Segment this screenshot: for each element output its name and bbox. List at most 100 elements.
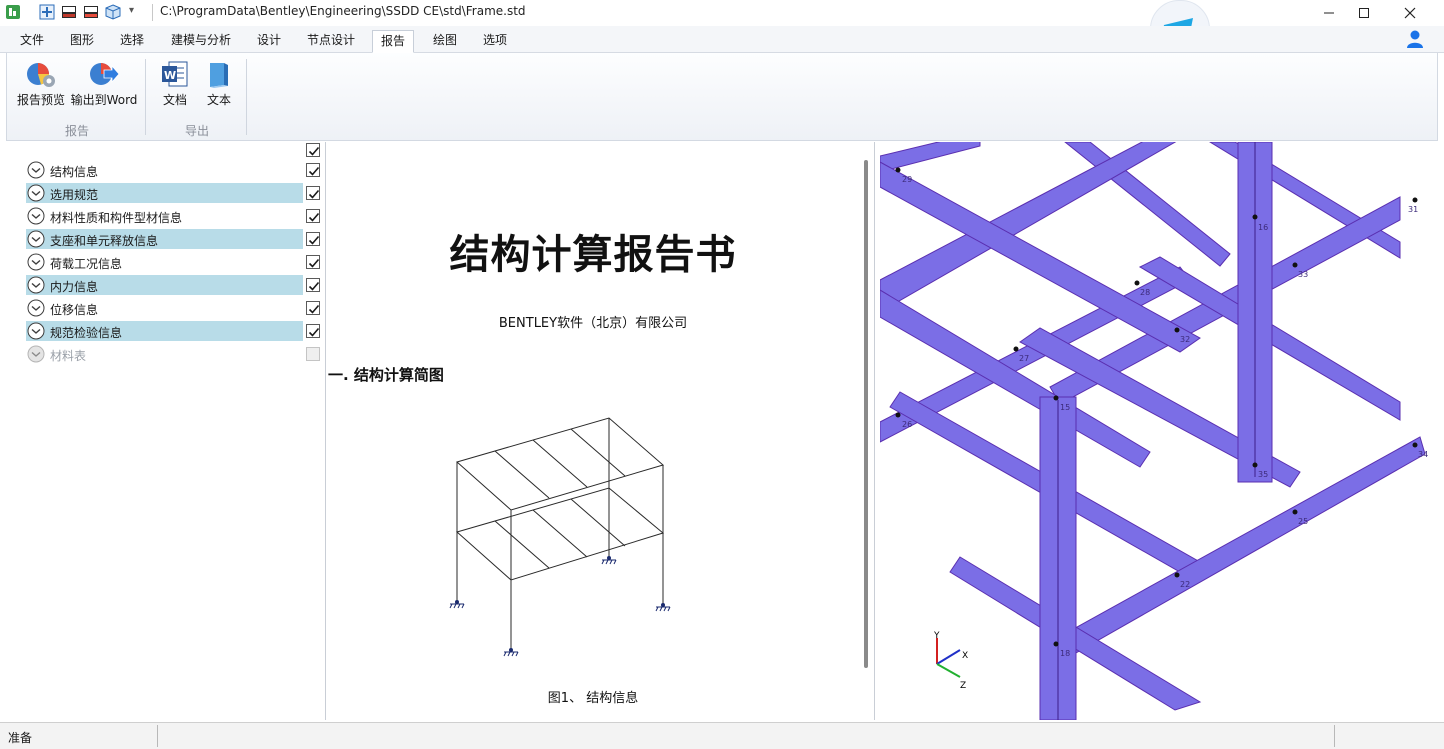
cube-view-icon[interactable] <box>105 4 121 20</box>
export-word-icon <box>90 63 120 85</box>
report-title: 结构计算报告书 <box>449 232 737 278</box>
window-title: C:\ProgramData\Bentley\Engineering\SSDD … <box>160 4 526 18</box>
quick-access-dropdown-icon[interactable]: ▾ <box>129 5 145 21</box>
tree-item-code-check-info[interactable]: 规范检验信息 <box>26 321 303 341</box>
status-bar: 准备 <box>0 722 1444 749</box>
menu-bar: 文件 图形 选择 建模与分析 设计 节点设计 报告 绘图 选项 <box>0 26 1444 53</box>
structure-3d-model[interactable]: 29 31 16 33 28 32 27 15 26 35 34 25 22 1… <box>880 142 1438 720</box>
tree-item-label: 支座和单元释放信息 <box>50 234 159 248</box>
new-model-icon[interactable] <box>39 4 55 20</box>
expand-chevron-icon[interactable] <box>27 184 45 202</box>
expand-chevron-icon[interactable] <box>27 322 45 340</box>
report-no-alt-icon[interactable] <box>83 4 99 20</box>
axis-label-z: Z <box>960 681 966 691</box>
tree-item-checkbox[interactable] <box>306 324 320 338</box>
node-label: 35 <box>1258 470 1268 479</box>
tree-item-displacement-info[interactable]: 位移信息 <box>26 298 303 318</box>
text-document-label: 文本 <box>206 93 231 107</box>
tab-design[interactable]: 设计 <box>249 30 289 53</box>
expand-chevron-icon[interactable] <box>27 276 45 294</box>
tree-item-checkbox[interactable] <box>306 301 320 315</box>
preview-scrollbar[interactable] <box>864 160 868 668</box>
tree-item-label: 材料性质和构件型材信息 <box>50 211 183 225</box>
node-label: 26 <box>902 420 912 429</box>
tab-drawing[interactable]: 绘图 <box>425 30 465 53</box>
tree-item-checkbox[interactable] <box>306 278 320 292</box>
title-divider <box>152 4 153 21</box>
node-label: 25 <box>1298 517 1308 526</box>
tab-modeling-analysis[interactable]: 建模与分析 <box>163 30 239 53</box>
node-label: 29 <box>902 175 912 184</box>
tree-item-checkbox[interactable] <box>306 186 320 200</box>
tree-item-label: 选用规范 <box>50 188 99 202</box>
user-account-icon[interactable] <box>1405 29 1425 52</box>
export-word-label: 输出到Word <box>70 93 138 107</box>
status-separator <box>157 725 158 747</box>
checkmark-icon <box>308 327 320 337</box>
expand-chevron-icon[interactable] <box>27 161 45 179</box>
tree-item-material-section-info[interactable]: 材料性质和构件型材信息 <box>26 206 303 226</box>
expand-chevron-icon[interactable] <box>27 253 45 271</box>
close-button[interactable] <box>1387 0 1433 26</box>
tab-file[interactable]: 文件 <box>12 30 52 53</box>
node-label: 28 <box>1140 288 1150 297</box>
text-document-button[interactable]: 文本 <box>201 59 237 115</box>
node-label: 33 <box>1298 270 1308 279</box>
tree-item-design-code[interactable]: 选用规范 <box>26 183 303 203</box>
expand-chevron-icon[interactable] <box>27 230 45 248</box>
checkmark-icon <box>308 166 320 176</box>
node-label: 34 <box>1418 450 1428 459</box>
maximize-button[interactable] <box>1341 0 1387 26</box>
tree-item-checkbox[interactable] <box>306 232 320 246</box>
axis-triad: Y X Z <box>933 631 968 691</box>
expand-chevron-icon[interactable] <box>27 299 45 317</box>
tree-item-internal-force-info[interactable]: 内力信息 <box>26 275 303 295</box>
tab-connection-design[interactable]: 节点设计 <box>299 30 363 53</box>
tree-item-structure-info[interactable]: 结构信息 <box>26 160 303 180</box>
node-label: 31 <box>1408 205 1418 214</box>
checkmark-icon <box>308 189 320 199</box>
report-preview-pane[interactable]: 结构计算报告书 BENTLEY软件（北京）有限公司 一. 结构计算简图 图1、 … <box>327 142 875 720</box>
tree-item-checkbox[interactable] <box>306 209 320 223</box>
checkmark-icon <box>308 281 320 291</box>
tree-item-checkbox[interactable] <box>306 255 320 269</box>
structure-sketch-figure <box>449 417 671 657</box>
tree-item-support-release-info[interactable]: 支座和单元释放信息 <box>26 229 303 249</box>
tree-item-material-table: 材料表 <box>26 344 303 364</box>
tab-options[interactable]: 选项 <box>475 30 515 53</box>
title-bar: ▾ C:\ProgramData\Bentley\Engineering\SSD… <box>0 0 1444 26</box>
checkmark-icon <box>308 258 320 268</box>
maximize-icon <box>1359 8 1369 18</box>
checkmark-icon <box>308 304 320 314</box>
status-separator <box>1334 725 1335 747</box>
tree-item-load-case-info[interactable]: 荷载工况信息 <box>26 252 303 272</box>
tree-item-checkbox[interactable] <box>306 163 320 177</box>
report-company: BENTLEY软件（北京）有限公司 <box>498 316 688 331</box>
export-word-button[interactable]: 输出到Word <box>69 59 139 115</box>
node-label: 15 <box>1060 403 1070 412</box>
tab-select[interactable]: 选择 <box>112 30 152 53</box>
ribbon-separator <box>145 59 146 135</box>
ribbon: 报告预览 输出到Word 报告 W 文档 文本 导出 <box>6 53 1438 141</box>
node-label: 27 <box>1019 354 1029 363</box>
tree-item-label: 结构信息 <box>50 165 99 179</box>
node-label: 22 <box>1180 580 1190 589</box>
report-no-icon[interactable] <box>61 4 77 20</box>
report-preview-label: 报告预览 <box>16 93 65 107</box>
report-preview-button[interactable]: 报告预览 <box>16 59 66 115</box>
word-document-button[interactable]: W 文档 <box>157 59 193 115</box>
minimize-icon <box>1324 12 1334 14</box>
expand-chevron-icon[interactable] <box>27 207 45 225</box>
tab-graphics[interactable]: 图形 <box>62 30 102 53</box>
app-icon[interactable] <box>5 4 21 20</box>
tree-item-label: 材料表 <box>50 349 87 363</box>
structure-3d-view[interactable]: 29 31 16 33 28 32 27 15 26 35 34 25 22 1… <box>880 142 1438 720</box>
tree-item-label: 规范检验信息 <box>50 326 123 340</box>
tab-report[interactable]: 报告 <box>372 30 415 53</box>
select-all-checkbox[interactable] <box>306 143 320 157</box>
report-preview-icon <box>27 63 55 87</box>
svg-text:W: W <box>164 69 176 82</box>
expand-chevron-icon <box>27 345 45 363</box>
node-label: 16 <box>1258 223 1268 232</box>
tree-item-label: 位移信息 <box>50 303 99 317</box>
